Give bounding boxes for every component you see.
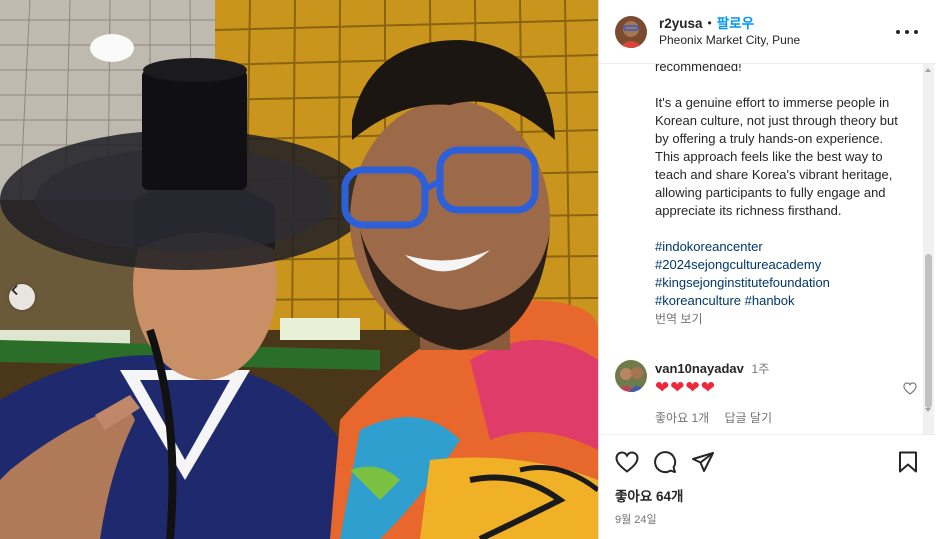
comment-like-button[interactable]	[903, 382, 917, 400]
comment-body: van10nayadav 1주 ❤❤❤❤ 좋아요 1개 답글 달기	[655, 360, 784, 426]
like-button[interactable]	[615, 451, 639, 473]
header-line: r2yusa • 팔로우	[659, 15, 800, 32]
likes-count[interactable]: 좋아요 64개	[615, 485, 920, 505]
follow-button[interactable]: 팔로우	[717, 15, 754, 32]
chevron-left-icon	[11, 284, 18, 296]
post-side-panel: r2yusa • 팔로우 Pheonix Market City, Pune r…	[598, 0, 936, 539]
comment-time[interactable]: 1주	[752, 362, 770, 376]
post-date[interactable]: 9월 24일	[615, 511, 920, 527]
hashtag-link[interactable]: #2024sejongcultureacademy	[655, 256, 901, 274]
more-dot	[896, 30, 900, 34]
see-translation-link[interactable]: 번역 보기	[655, 310, 901, 328]
action-icons-row	[615, 447, 920, 477]
post-caption: recommended! It's a genuine effort to im…	[655, 64, 901, 328]
heart-icon	[615, 451, 639, 473]
more-dot	[914, 30, 918, 34]
user-avatar-image	[615, 15, 647, 48]
avatar[interactable]	[615, 360, 647, 392]
avatar[interactable]	[615, 15, 647, 48]
post-photo[interactable]	[0, 0, 598, 539]
scroll-down-arrow-icon[interactable]	[925, 408, 931, 412]
hashtag-link[interactable]: #kingsejonginstitutefoundation	[655, 274, 901, 292]
comments-scroll-area[interactable]: recommended! It's a genuine effort to im…	[599, 64, 936, 434]
share-icon	[692, 452, 714, 472]
comment-header: van10nayadav 1주	[655, 360, 784, 377]
photo-illustration	[0, 0, 598, 539]
header-text: r2yusa • 팔로우 Pheonix Market City, Pune	[659, 15, 800, 49]
heart-icon	[903, 382, 917, 395]
hashtag-line: #koreanculture #hanbok	[655, 292, 901, 310]
save-button[interactable]	[898, 451, 918, 478]
more-options-icon[interactable]	[896, 22, 918, 42]
comment-item: van10nayadav 1주 ❤❤❤❤ 좋아요 1개 답글 달기	[615, 360, 917, 426]
post-actions: 좋아요 64개 9월 24일	[599, 434, 936, 539]
location-link[interactable]: Pheonix Market City, Pune	[659, 32, 800, 49]
bookmark-icon	[899, 451, 917, 473]
scrollbar-thumb[interactable]	[925, 254, 932, 408]
comment-likes-count[interactable]: 좋아요 1개	[655, 411, 709, 425]
post-header: r2yusa • 팔로우 Pheonix Market City, Pune	[599, 0, 936, 64]
more-dot	[905, 30, 909, 34]
comment-button[interactable]	[653, 450, 677, 474]
comment-username[interactable]: van10nayadav	[655, 361, 744, 376]
comment-text: ❤❤❤❤	[655, 378, 716, 397]
reply-button[interactable]: 답글 달기	[725, 411, 773, 425]
caption-paragraph-1: recommended!	[655, 64, 742, 74]
hashtag-list: #indokoreancenter #2024sejongcultureacad…	[655, 238, 901, 310]
scroll-up-arrow-icon[interactable]	[925, 68, 931, 72]
comment-meta: 좋아요 1개 답글 달기	[655, 409, 784, 426]
hashtag-link[interactable]: #koreanculture	[655, 293, 741, 308]
commenter-avatar-image	[615, 360, 647, 392]
post-dialog: r2yusa • 팔로우 Pheonix Market City, Pune r…	[0, 0, 936, 539]
separator: •	[707, 15, 712, 30]
post-username[interactable]: r2yusa	[659, 15, 703, 32]
share-button[interactable]	[691, 451, 715, 473]
scrollbar[interactable]	[923, 64, 934, 434]
previous-photo-button[interactable]	[9, 284, 35, 310]
hashtag-link[interactable]: #indokoreancenter	[655, 238, 901, 256]
hashtag-link[interactable]: #hanbok	[745, 293, 795, 308]
caption-paragraph-2: It's a genuine effort to immerse people …	[655, 95, 898, 218]
comment-icon	[654, 451, 677, 474]
